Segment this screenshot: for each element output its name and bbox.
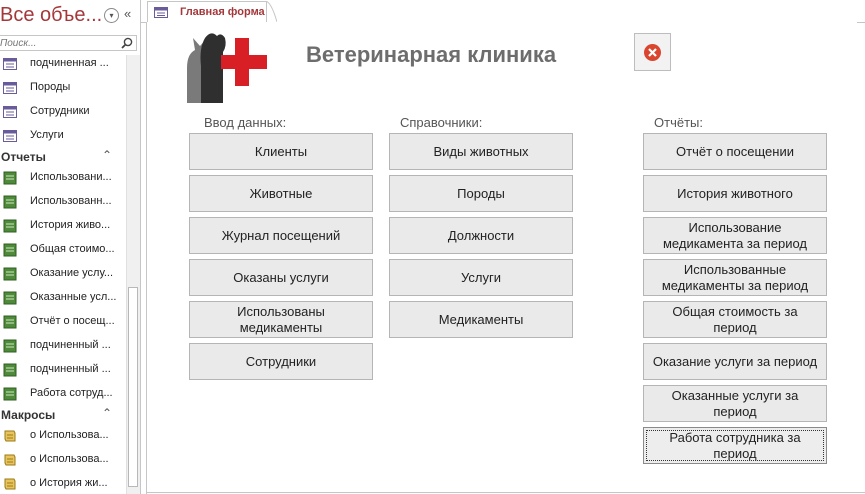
nav-item-label: о Использова...	[30, 453, 109, 465]
services-provided-button[interactable]: Оказаны услуги	[189, 259, 373, 296]
nav-group-reports[interactable]: Отчеты ⌃	[0, 148, 125, 166]
nav-item-label: о Использова...	[30, 429, 109, 441]
nav-item-report[interactable]: Отчёт о посещ...	[0, 311, 125, 333]
page-title: Ветеринарная клиника	[306, 42, 557, 67]
chevron-down-icon[interactable]: ▾	[104, 8, 119, 23]
medicine-usage-period-button[interactable]: Использование медикамента за период	[643, 217, 827, 254]
section-label-references: Справочники:	[400, 115, 483, 130]
nav-item-report[interactable]: Оказанные усл...	[0, 287, 125, 309]
form-icon	[3, 130, 17, 142]
nav-item-label: Отчёт о посещ...	[30, 315, 115, 327]
report-icon	[3, 195, 17, 209]
report-icon	[3, 171, 17, 185]
search-icon[interactable]	[121, 37, 133, 49]
nav-item-label: Оказанные усл...	[30, 291, 117, 303]
nav-item-label: подчиненный ...	[30, 363, 111, 375]
nav-scrollbar[interactable]	[126, 55, 140, 494]
nav-item-label: Оказание услу...	[30, 267, 114, 279]
macro-icon	[4, 430, 16, 442]
close-icon	[644, 44, 661, 61]
document-tabs: Главная форма	[141, 0, 865, 23]
employee-work-period-button[interactable]: Работа сотрудника за период	[643, 427, 827, 464]
report-icon	[3, 315, 17, 329]
report-icon	[3, 219, 17, 233]
nav-item-report[interactable]: История живо...	[0, 215, 125, 237]
employees-button[interactable]: Сотрудники	[189, 343, 373, 380]
nav-item-report[interactable]: Оказание услу...	[0, 263, 125, 285]
chevron-up-icon: ⌃	[102, 406, 113, 420]
nav-item-label: Сотрудники	[30, 105, 90, 117]
form-icon	[3, 82, 17, 94]
macro-icon	[4, 478, 16, 490]
nav-item-label: Использовани...	[30, 171, 112, 183]
nav-item-report[interactable]: Использовани...	[0, 167, 125, 189]
nav-item-label: Использованн...	[30, 195, 112, 207]
nav-item-label: подчиненный ...	[30, 339, 111, 351]
services-button[interactable]: Услуги	[389, 259, 573, 296]
navigation-pane: Все объе... ▾ « подчиненная ... Породы С…	[0, 0, 141, 494]
nav-item-form[interactable]: Породы	[0, 77, 125, 99]
report-icon	[3, 243, 17, 257]
nav-item-report[interactable]: Общая стоимо...	[0, 239, 125, 261]
animals-button[interactable]: Животные	[189, 175, 373, 212]
section-label-reports: Отчёты:	[654, 115, 703, 130]
used-medicines-period-button[interactable]: Использованные медикаменты за период	[643, 259, 827, 296]
form-bottom-border	[146, 492, 865, 493]
report-icon	[3, 339, 17, 353]
nav-item-form[interactable]: Сотрудники	[0, 101, 125, 123]
nav-item-form[interactable]: подчиненная ...	[0, 53, 125, 75]
services-provided-period-button[interactable]: Оказанные услуги за период	[643, 385, 827, 422]
tab-main-form[interactable]: Главная форма	[147, 1, 267, 22]
animal-history-button[interactable]: История животного	[643, 175, 827, 212]
nav-item-label: Общая стоимо...	[30, 243, 115, 255]
nav-group-label: Макросы	[1, 408, 56, 422]
report-icon	[3, 387, 17, 401]
collapse-pane-icon[interactable]: «	[124, 6, 131, 21]
positions-button[interactable]: Должности	[389, 217, 573, 254]
macro-icon	[4, 454, 16, 466]
medicines-used-button[interactable]: Использованы медикаменты	[189, 301, 373, 338]
nav-group-macros[interactable]: Макросы ⌃	[0, 406, 125, 424]
nav-item-report[interactable]: Работа сотруд...	[0, 383, 125, 405]
section-label-input: Ввод данных:	[204, 115, 287, 130]
clinic-logo-icon	[187, 33, 267, 103]
chevron-up-icon: ⌃	[102, 148, 113, 162]
nav-item-label: История живо...	[30, 219, 111, 231]
nav-item-label: о История жи...	[30, 477, 108, 489]
report-icon	[3, 363, 17, 377]
nav-pane-title[interactable]: Все объе...	[0, 4, 102, 27]
tab-edge	[265, 1, 277, 22]
nav-item-form[interactable]: Услуги	[0, 125, 125, 147]
clients-button[interactable]: Клиенты	[189, 133, 373, 170]
nav-search-box	[0, 35, 137, 51]
nav-item-report[interactable]: подчиненный ...	[0, 359, 125, 381]
nav-item-macro[interactable]: о Использова...	[0, 425, 125, 447]
breeds-button[interactable]: Породы	[389, 175, 573, 212]
total-cost-period-button[interactable]: Общая стоимость за период	[643, 301, 827, 338]
nav-item-label: подчиненная ...	[30, 57, 109, 69]
form-icon	[3, 58, 17, 70]
service-provision-period-button[interactable]: Оказание услуги за период	[643, 343, 827, 380]
form-icon	[3, 106, 17, 118]
search-input[interactable]	[0, 37, 115, 50]
scrollbar-thumb[interactable]	[128, 287, 138, 487]
tab-label: Главная форма	[180, 6, 265, 18]
visits-log-button[interactable]: Журнал посещений	[189, 217, 373, 254]
close-form-button[interactable]	[634, 33, 671, 71]
medicines-button[interactable]: Медикаменты	[389, 301, 573, 338]
form-icon	[154, 7, 168, 18]
nav-item-label: Работа сотруд...	[30, 387, 113, 399]
nav-item-label: Услуги	[30, 129, 64, 141]
nav-item-report[interactable]: Использованн...	[0, 191, 125, 213]
nav-group-label: Отчеты	[1, 150, 46, 164]
nav-item-label: Породы	[30, 81, 71, 93]
visit-report-button[interactable]: Отчёт о посещении	[643, 133, 827, 170]
animal-types-button[interactable]: Виды животных	[389, 133, 573, 170]
nav-item-macro[interactable]: о Использова...	[0, 449, 125, 471]
nav-item-report[interactable]: подчиненный ...	[0, 335, 125, 357]
report-icon	[3, 267, 17, 281]
report-icon	[3, 291, 17, 305]
nav-item-macro[interactable]: о История жи...	[0, 473, 125, 494]
